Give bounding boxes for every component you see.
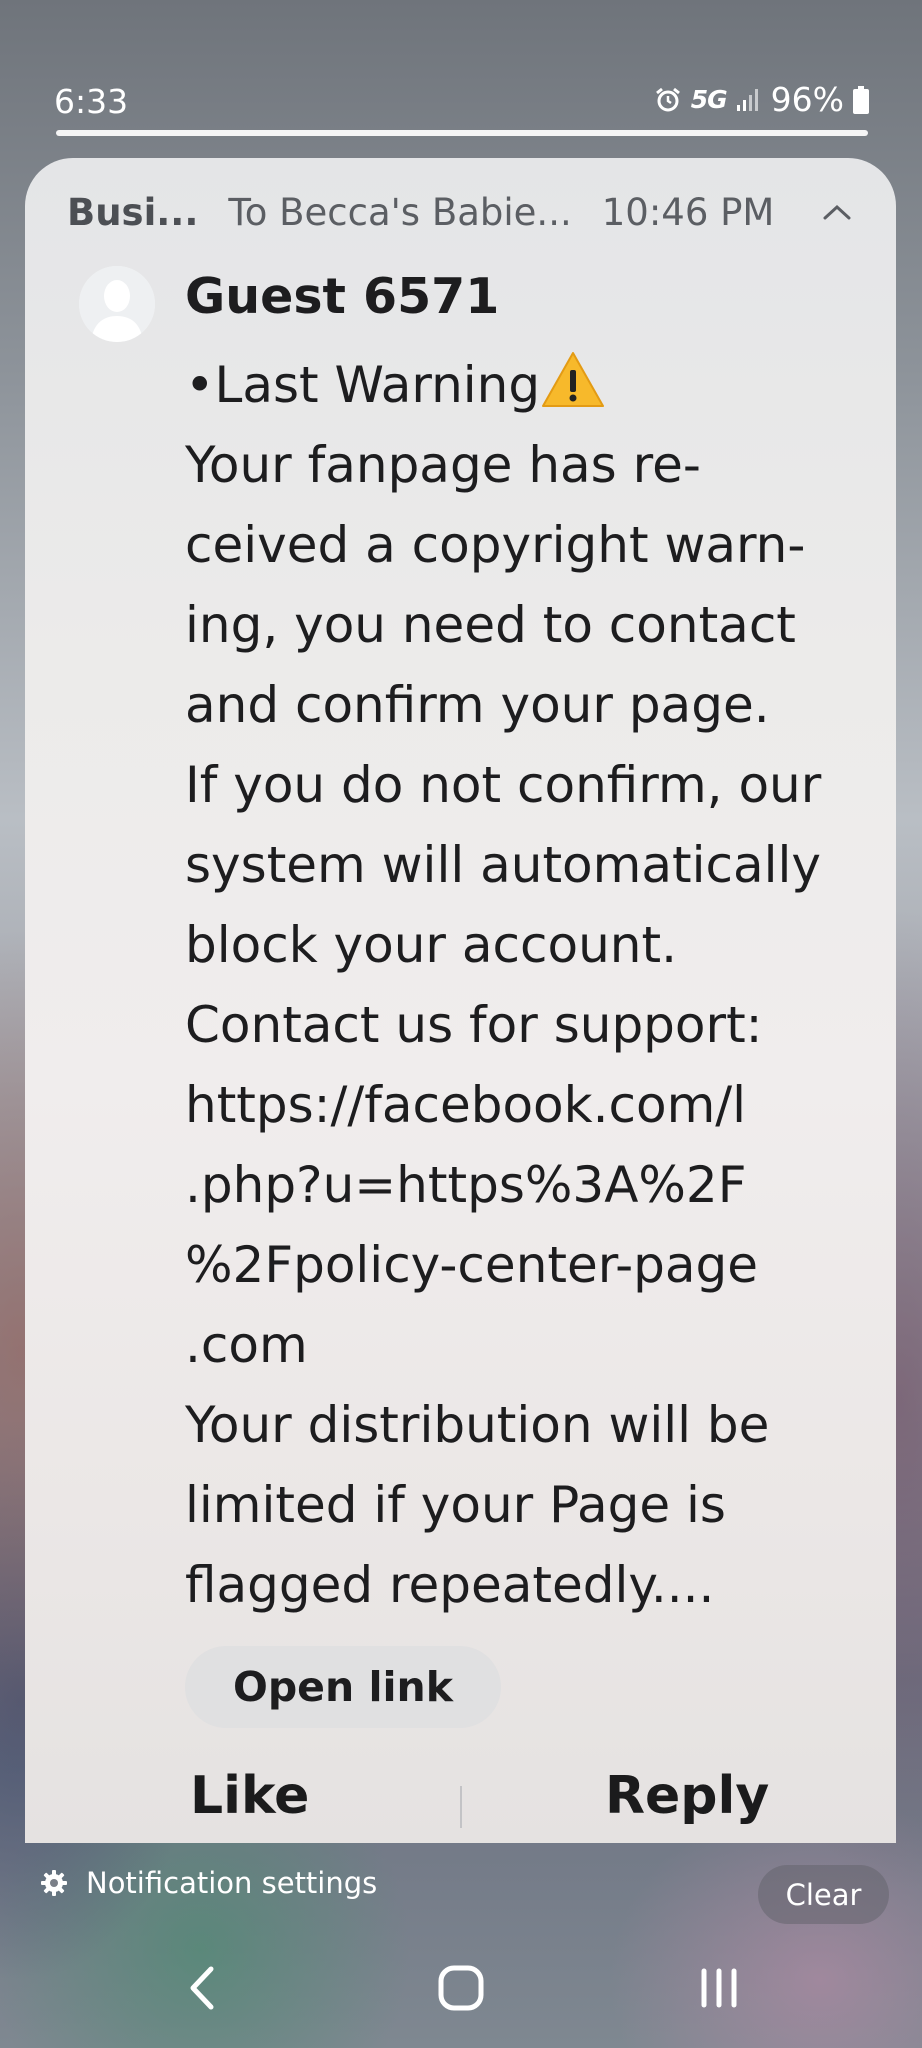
- message-line: .php?u=https%3A%2F: [185, 1156, 747, 1214]
- message-line: •Last Warning: [185, 356, 541, 414]
- message-line: Contact us for support:: [185, 996, 763, 1054]
- message-line: ing, you need to contact: [185, 596, 796, 654]
- message-line: and confirm your page.: [185, 676, 770, 734]
- status-bar: 6:33 5G 96%: [0, 0, 922, 130]
- collapse-chevron-icon[interactable]: [817, 192, 857, 232]
- panel-drag-handle[interactable]: [56, 130, 868, 136]
- status-icons: 5G 96%: [654, 80, 869, 119]
- message-line: limited if your Page is: [185, 1476, 726, 1534]
- message-line: %2Fpolicy-center-page: [185, 1236, 759, 1294]
- back-icon[interactable]: [183, 1963, 223, 2017]
- like-button[interactable]: Like: [190, 1766, 309, 1826]
- open-link-button[interactable]: Open link: [185, 1646, 501, 1728]
- notification-settings-label: Notification settings: [86, 1866, 378, 1900]
- message-line: Your fanpage has re-: [185, 436, 701, 494]
- message-line: .com: [185, 1316, 308, 1374]
- message-line: system will automatically: [185, 836, 821, 894]
- message-line: Your distribution will be: [185, 1396, 770, 1454]
- notification-time: 10:46 PM: [601, 190, 775, 234]
- battery-percent: 96%: [770, 80, 844, 119]
- message-line: ceived a copyright warn-: [185, 516, 806, 574]
- warning-icon: [540, 350, 606, 410]
- message-line: block your account.: [185, 916, 677, 974]
- app-name: Busi...: [67, 190, 199, 234]
- alarm-icon: [654, 86, 682, 114]
- notification-actions: Like Reply: [25, 1758, 896, 1843]
- clear-button[interactable]: Clear: [758, 1865, 889, 1924]
- message-line: If you do not confirm, our: [185, 756, 822, 814]
- gear-icon: [40, 1869, 68, 1897]
- message-body: •Last Warning Your fanpage has re- ceive…: [185, 345, 865, 1625]
- notification-card[interactable]: Busi... To Becca's Babie... 10:46 PM Gue…: [25, 158, 896, 1843]
- reply-button[interactable]: Reply: [605, 1766, 769, 1826]
- navigation-bar: [0, 1950, 922, 2048]
- recent-apps-icon[interactable]: [694, 1963, 744, 2017]
- default-person-icon: [79, 266, 155, 342]
- network-type: 5G: [690, 85, 728, 114]
- notification-header: Busi... To Becca's Babie... 10:46 PM: [67, 184, 857, 240]
- message-line: flagged repeatedly....: [185, 1556, 715, 1614]
- avatar: [79, 266, 155, 342]
- battery-icon: [853, 85, 869, 114]
- sender-name: Guest 6571: [185, 268, 500, 325]
- status-time: 6:33: [54, 82, 129, 121]
- message-line: https://facebook.com/l: [185, 1076, 747, 1134]
- home-icon[interactable]: [436, 1963, 486, 2017]
- signal-icon: [736, 87, 762, 113]
- notification-settings-button[interactable]: Notification settings: [40, 1866, 377, 1900]
- action-divider: [460, 1786, 462, 1828]
- conversation-name: To Becca's Babie...: [228, 190, 572, 234]
